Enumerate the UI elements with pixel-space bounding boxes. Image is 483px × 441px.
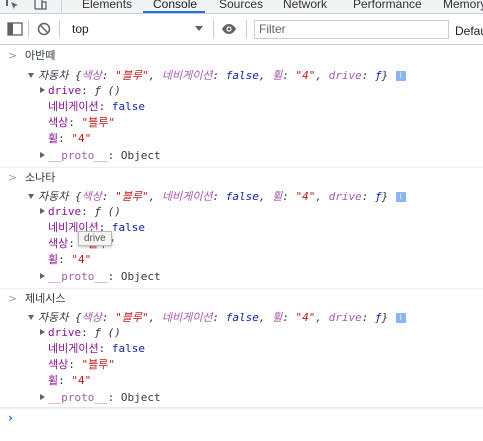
log-line: > 제네시스 bbox=[0, 291, 483, 306]
devtools-tab-bar: Elements Console Sources Network Perform… bbox=[0, 0, 483, 14]
log-line: > 아반떼 bbox=[0, 48, 483, 63]
message-prompt: > bbox=[8, 292, 18, 305]
triangle-right-icon[interactable] bbox=[40, 152, 45, 158]
sidebar-toggle-icon[interactable] bbox=[7, 22, 23, 36]
tab-sources[interactable]: Sources bbox=[219, 0, 263, 11]
log-line: > 소나타 bbox=[0, 170, 483, 185]
hover-tooltip: drive bbox=[78, 231, 112, 246]
toolbar-separator bbox=[213, 20, 214, 38]
clear-console-icon[interactable] bbox=[37, 22, 53, 36]
triangle-right-icon[interactable] bbox=[40, 273, 45, 279]
triangle-down-icon[interactable] bbox=[28, 73, 34, 78]
console-message: > 소나타 자동차 {색상: "블루", 네비게이션: false, 휠: "4… bbox=[0, 167, 483, 289]
info-icon[interactable]: i bbox=[395, 192, 406, 202]
tab-console[interactable]: Console bbox=[153, 0, 197, 11]
object-preview[interactable]: 자동차 {색상: "블루", 네비게이션: false, 휠: "4", dri… bbox=[38, 68, 406, 83]
tab-network[interactable]: Network bbox=[283, 0, 327, 11]
filter-box bbox=[254, 20, 449, 39]
triangle-right-icon[interactable] bbox=[40, 329, 45, 335]
active-tab-indicator bbox=[143, 11, 205, 13]
triangle-right-icon[interactable] bbox=[40, 394, 45, 400]
context-value: top bbox=[72, 22, 89, 36]
triangle-down-icon[interactable] bbox=[28, 315, 34, 320]
context-selector[interactable]: top bbox=[65, 20, 205, 38]
message-prompt: > bbox=[8, 171, 18, 184]
triangle-right-icon[interactable] bbox=[40, 87, 45, 93]
inspect-icon[interactable] bbox=[3, 0, 21, 11]
chevron-down-icon bbox=[195, 26, 203, 31]
log-text: 아반떼 bbox=[25, 49, 56, 62]
filter-input[interactable] bbox=[255, 21, 443, 37]
message-prompt: > bbox=[8, 49, 18, 62]
console-output: > 아반떼 자동차 {색상: "블루", 네비게이션: false, 휠: "4… bbox=[0, 45, 483, 441]
toolbar-separator bbox=[59, 20, 60, 38]
console-message: > 아반떼 자동차 {색상: "블루", 네비게이션: false, 휠: "4… bbox=[0, 45, 483, 168]
tab-memory[interactable]: Memory bbox=[443, 0, 483, 11]
console-message: > 제네시스 자동차 {색상: "블루", 네비게이션: false, 휠: "… bbox=[0, 288, 483, 409]
tab-elements[interactable]: Elements bbox=[82, 0, 132, 11]
object-summary-row[interactable]: 자동차 {색상: "블루", 네비게이션: false, 휠: "4", dri… bbox=[0, 68, 483, 83]
tab-separator bbox=[61, 0, 62, 12]
object-summary-row[interactable]: 자동차 {색상: "블루", 네비게이션: false, 휠: "4", dri… bbox=[0, 310, 483, 325]
object-preview[interactable]: 자동차 {색상: "블루", 네비게이션: false, 휠: "4", dri… bbox=[38, 310, 406, 325]
log-text: 제네시스 bbox=[25, 292, 66, 305]
toolbar-separator bbox=[28, 20, 29, 38]
object-preview[interactable]: 자동차 {색상: "블루", 네비게이션: false, 휠: "4", dri… bbox=[38, 189, 406, 204]
toolbar-separator bbox=[246, 20, 247, 38]
console-toolbar: top Defau bbox=[0, 14, 483, 45]
eye-icon[interactable] bbox=[221, 22, 237, 36]
console-input-prompt[interactable]: › bbox=[8, 411, 13, 425]
info-icon[interactable]: i bbox=[395, 313, 406, 323]
triangle-down-icon[interactable] bbox=[28, 194, 34, 199]
info-icon[interactable]: i bbox=[395, 71, 406, 81]
triangle-right-icon[interactable] bbox=[40, 208, 45, 214]
device-toggle-icon[interactable] bbox=[31, 0, 49, 11]
log-text: 소나타 bbox=[25, 171, 56, 184]
log-levels-dropdown[interactable]: Defau bbox=[455, 24, 483, 38]
object-summary-row[interactable]: 자동차 {색상: "블루", 네비게이션: false, 휠: "4", dri… bbox=[0, 189, 483, 204]
tab-performance[interactable]: Performance bbox=[353, 0, 422, 11]
input-divider bbox=[0, 407, 483, 408]
